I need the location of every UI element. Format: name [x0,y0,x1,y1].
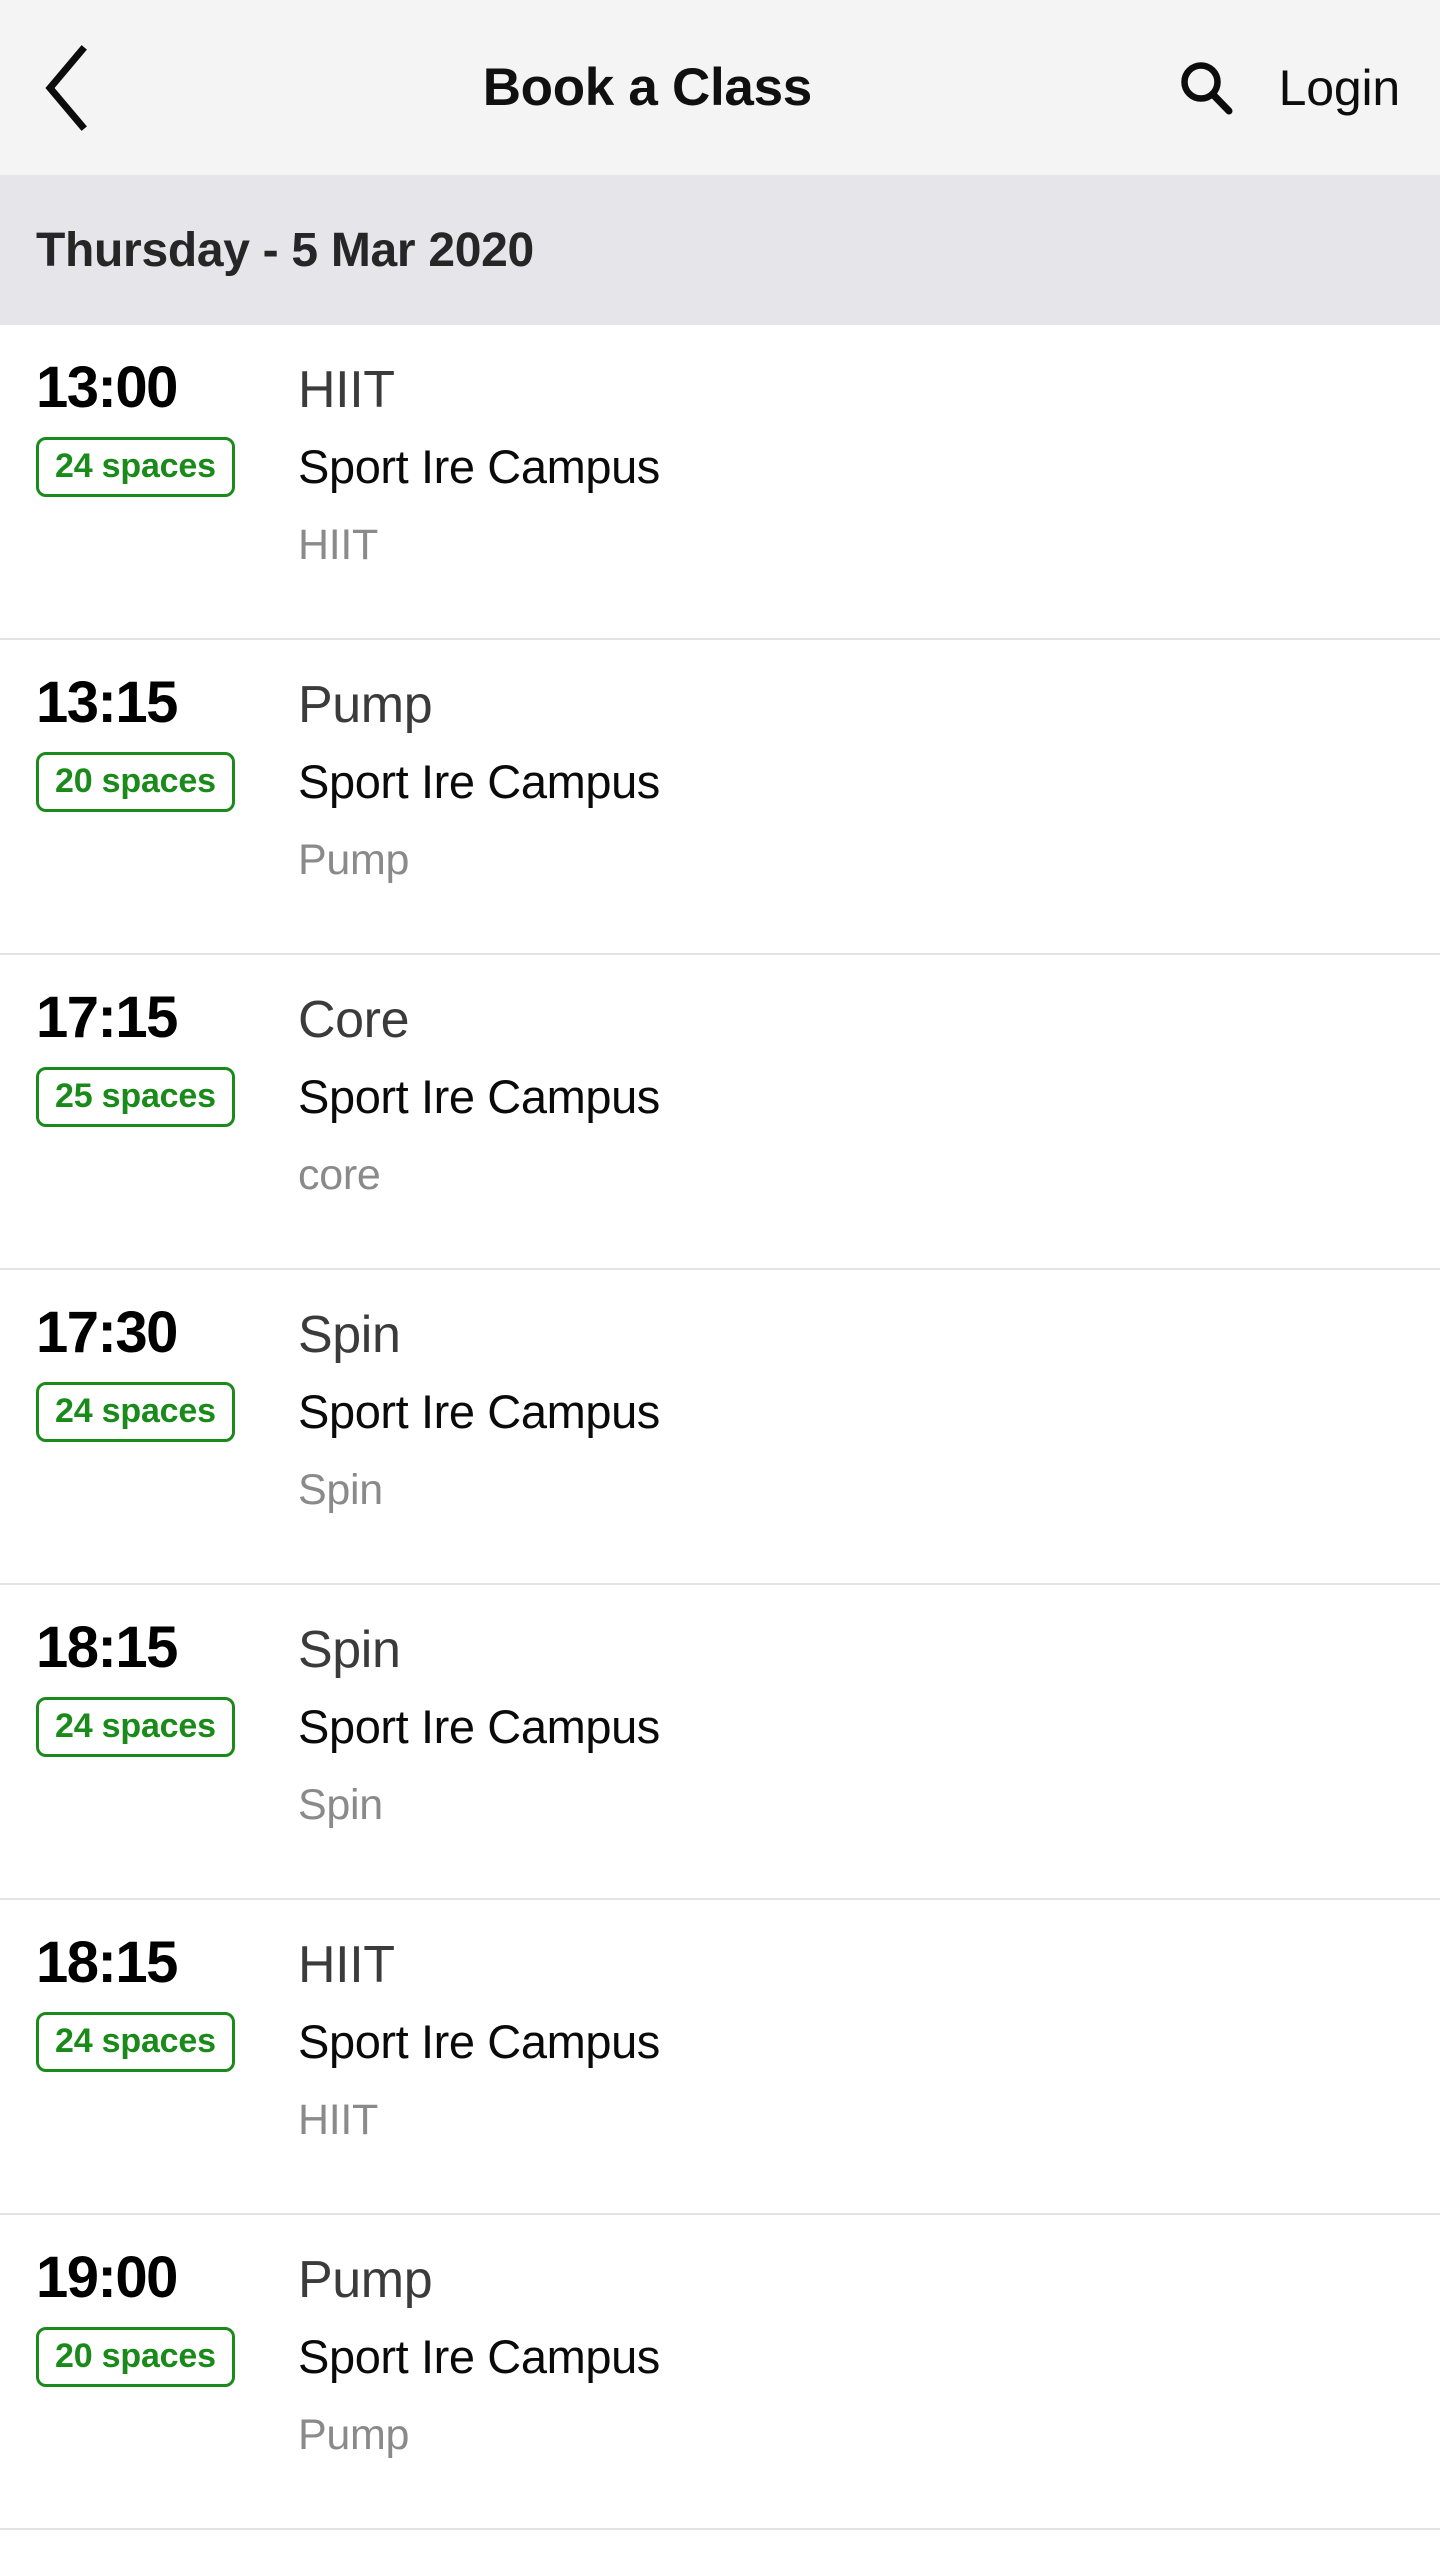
class-description: Pump [298,2410,410,2459]
back-button[interactable] [0,0,130,175]
class-time: 17:30 [36,1300,178,1365]
class-row[interactable]: 18:15 24 spaces HIIT Sport Ire Campus HIIT [0,1900,1440,2215]
class-time: 13:00 [36,355,178,420]
search-icon [1175,57,1237,119]
class-description: Spin [298,1465,383,1514]
date-label: Thursday - 5 Mar 2020 [36,223,534,277]
class-time: 17:15 [36,985,178,1050]
class-location: Sport Ire Campus [298,1701,660,1754]
class-row-right: Spin Sport Ire Campus Spin [290,1300,1404,1514]
date-section-header: Thursday - 5 Mar 2020 [0,175,1440,325]
class-location: Sport Ire Campus [298,1071,660,1124]
spaces-badge-label: 25 spaces [55,1076,216,1115]
spaces-badge: 25 spaces [36,1066,235,1127]
spaces-badge: 24 spaces [36,436,235,497]
class-row-right: HIIT Sport Ire Campus HIIT [290,1930,1404,2144]
class-description: Spin [298,1780,383,1829]
class-row-left: 17:30 24 spaces [36,1300,290,1442]
class-row-left: 18:15 24 spaces [36,1615,290,1757]
spaces-badge-label: 24 spaces [55,2021,216,2060]
class-name: HIIT [298,1936,395,1994]
book-a-class-screen: Book a Class Login Thursday - 5 Mar 2020… [0,0,1440,2560]
class-description: HIIT [298,2095,379,2144]
login-button[interactable]: Login [1279,59,1401,117]
spaces-badge: 20 spaces [36,2326,235,2387]
class-time: 13:15 [36,670,178,735]
class-name: Spin [298,1621,401,1679]
class-location: Sport Ire Campus [298,2331,660,2384]
class-name: Pump [298,2251,433,2309]
chevron-left-icon [40,44,90,132]
class-row-right: Pump Sport Ire Campus Pump [290,670,1404,884]
spaces-badge: 24 spaces [36,1381,235,1442]
page-title: Book a Class [482,58,813,117]
search-button[interactable] [1175,57,1237,119]
class-row[interactable]: 19:00 20 spaces Pump Sport Ire Campus Pump [0,2215,1440,2530]
class-row-right: Pump Sport Ire Campus Pump [290,2245,1404,2459]
class-row[interactable]: 18:15 24 spaces Spin Sport Ire Campus Spin [0,1585,1440,1900]
class-location: Sport Ire Campus [298,441,660,494]
class-time: 18:15 [36,1930,178,1995]
spaces-badge-label: 24 spaces [55,446,216,485]
class-time: 19:00 [36,2245,178,2310]
spaces-badge-label: 20 spaces [55,2336,216,2375]
class-row[interactable]: 17:15 25 spaces Core Sport Ire Campus core [0,955,1440,1270]
spaces-badge: 20 spaces [36,751,235,812]
spaces-badge-label: 20 spaces [55,761,216,800]
navigation-bar: Book a Class Login [0,0,1440,175]
class-row-left: 19:00 20 spaces [36,2245,290,2387]
class-description: Pump [298,835,410,884]
spaces-badge: 24 spaces [36,1696,235,1757]
class-name: Spin [298,1306,401,1364]
spaces-badge-label: 24 spaces [55,1391,216,1430]
navbar-actions: Login [1175,57,1440,119]
class-row-right: Spin Sport Ire Campus Spin [290,1615,1404,1829]
class-description: core [298,1150,381,1199]
class-row[interactable]: 13:00 24 spaces HIIT Sport Ire Campus HIIT [0,325,1440,640]
class-name: Core [298,991,410,1049]
class-row-left: 18:15 24 spaces [36,1930,290,2072]
class-row[interactable]: 17:30 24 spaces Spin Sport Ire Campus Spin [0,1270,1440,1585]
class-description: HIIT [298,520,379,569]
class-name: Pump [298,676,433,734]
spaces-badge-label: 24 spaces [55,1706,216,1745]
class-location: Sport Ire Campus [298,756,660,809]
class-row-left: 13:15 20 spaces [36,670,290,812]
class-row-right: Core Sport Ire Campus core [290,985,1404,1199]
class-row-left: 17:15 25 spaces [36,985,290,1127]
class-row-right: HIIT Sport Ire Campus HIIT [290,355,1404,569]
spaces-badge: 24 spaces [36,2011,235,2072]
class-location: Sport Ire Campus [298,1386,660,1439]
class-row-left: 13:00 24 spaces [36,355,290,497]
class-time: 18:15 [36,1615,178,1680]
class-list[interactable]: 13:00 24 spaces HIIT Sport Ire Campus HIIT 13… [0,325,1440,2560]
class-location: Sport Ire Campus [298,2016,660,2069]
class-row[interactable]: 13:15 20 spaces Pump Sport Ire Campus Pump [0,640,1440,955]
class-name: HIIT [298,361,395,419]
